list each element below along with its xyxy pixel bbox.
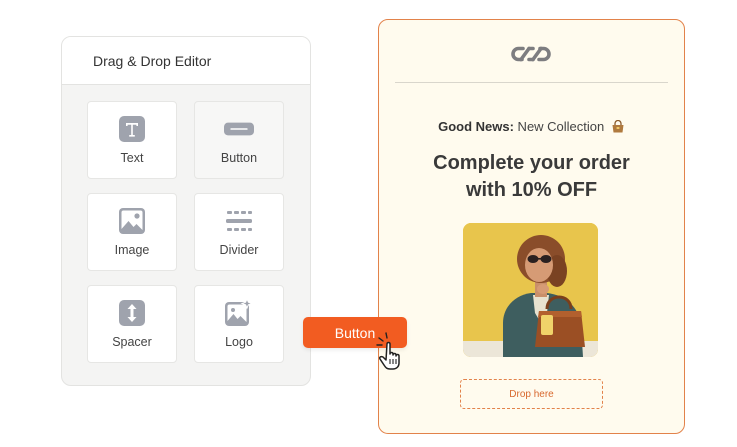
tile-image[interactable]: Image <box>87 193 177 271</box>
button-icon <box>224 116 254 142</box>
logo-icon <box>224 298 254 326</box>
tile-label: Logo <box>225 334 253 349</box>
spacer-icon <box>117 299 147 326</box>
tile-label: Divider <box>219 242 259 257</box>
email-headline: Complete your order with 10% OFF <box>379 150 684 204</box>
hand-pointer-icon <box>376 332 410 370</box>
tile-logo[interactable]: Logo <box>194 285 284 363</box>
headline-line-1: Complete your order <box>433 152 630 174</box>
tile-label: Image <box>114 242 150 257</box>
tile-button[interactable]: Button <box>194 101 284 179</box>
tile-label: Spacer <box>112 334 152 349</box>
kicker-bold: Good News: <box>438 119 514 134</box>
text-icon <box>117 115 147 142</box>
divider-icon <box>224 208 254 234</box>
handbag-emoji-icon <box>611 119 625 136</box>
tile-label: Text <box>120 150 144 165</box>
drag-drop-editor-panel: Drag & Drop Editor Text Button Image Div… <box>61 36 311 386</box>
tile-spacer[interactable]: Spacer <box>87 285 177 363</box>
woman-with-handbag-photo <box>463 223 598 357</box>
tile-label: Button <box>220 150 258 165</box>
drop-zone[interactable]: Drop here <box>460 379 603 409</box>
header-divider <box>395 82 668 83</box>
editor-title: Drag & Drop Editor <box>93 52 212 69</box>
headline-line-2: with 10% OFF <box>465 179 598 201</box>
editor-header: Drag & Drop Editor <box>62 37 310 85</box>
image-icon <box>117 207 147 234</box>
email-kicker: Good News: New Collection <box>379 119 684 136</box>
drop-zone-label: Drop here <box>509 388 554 400</box>
tile-divider[interactable]: Divider <box>194 193 284 271</box>
tile-text[interactable]: Text <box>87 101 177 179</box>
chain-link-logo-icon <box>509 44 553 64</box>
email-preview: Good News: New Collection Complete your … <box>378 19 685 434</box>
dragged-button-label: Button <box>334 324 376 341</box>
kicker-text: New Collection <box>513 119 605 134</box>
